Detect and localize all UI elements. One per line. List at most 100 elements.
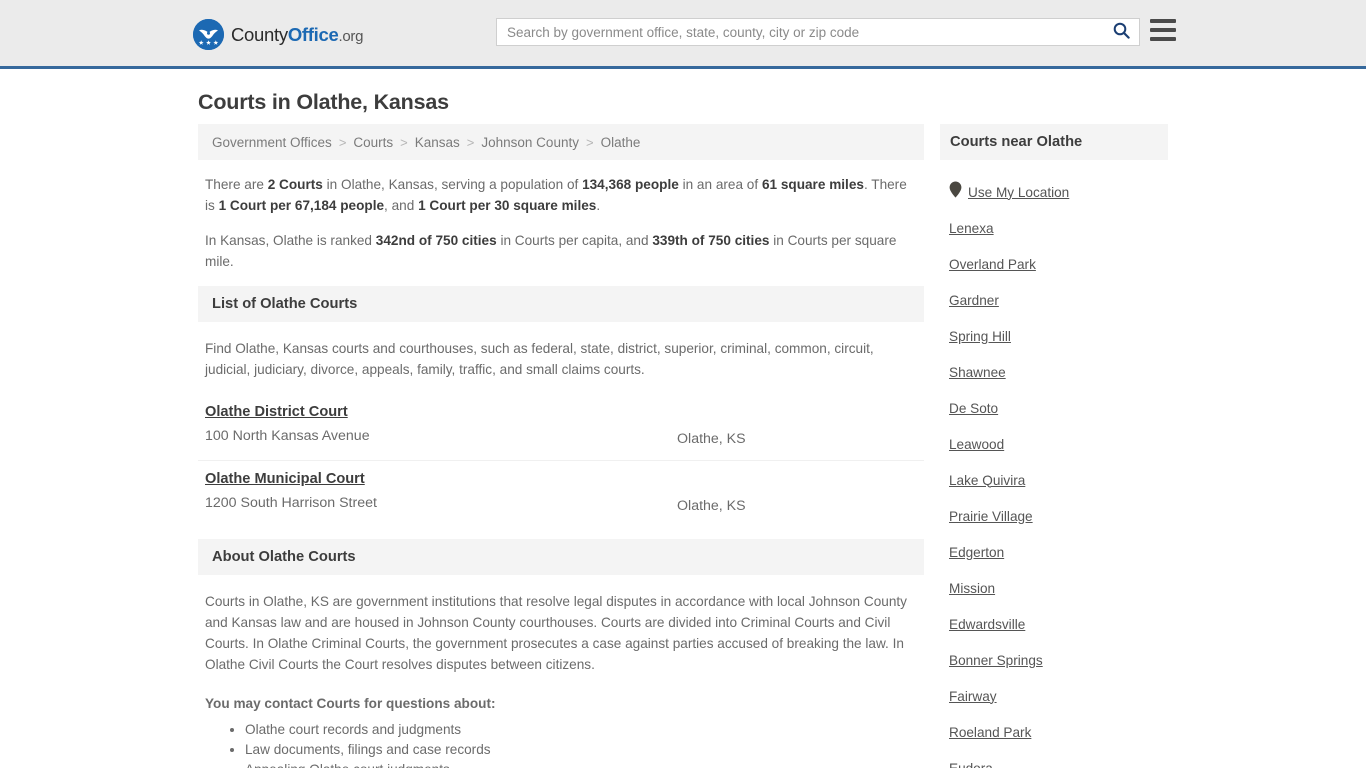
eagle-shield-logo-icon — [193, 19, 224, 50]
sidebar-header: Courts near Olathe — [940, 124, 1168, 160]
court-address: 100 North Kansas Avenue — [205, 428, 370, 444]
contact-lead-text: You may contact Courts for questions abo… — [205, 696, 496, 711]
contact-topic-item: Appealing Olathe court judgments — [245, 760, 917, 768]
nearby-city-item[interactable]: Overland Park — [949, 246, 1168, 282]
site-header: CountyOffice.org — [0, 0, 1366, 69]
stats-p1-seg-1: 2 Courts — [267, 177, 323, 192]
list-section-body: Find Olathe, Kansas courts and courthous… — [198, 322, 924, 380]
nearby-city-item[interactable]: Shawnee — [949, 354, 1168, 390]
list-section-heading: List of Olathe Courts — [212, 296, 358, 312]
nearby-city-link-de-soto[interactable]: De Soto — [949, 401, 998, 416]
nearby-city-link-mission[interactable]: Mission — [949, 581, 995, 596]
use-my-location-item[interactable]: Use My Location — [949, 174, 1168, 210]
use-my-location-link[interactable]: Use My Location — [968, 185, 1069, 200]
stats-p2-seg-2: in Courts per capita, and — [496, 233, 653, 248]
list-section-header: List of Olathe Courts — [198, 286, 924, 322]
stats-p1-seg-7: 1 Court per 67,184 people — [218, 198, 385, 213]
nearby-city-link-edgerton[interactable]: Edgerton — [949, 545, 1004, 560]
nearby-city-item[interactable]: Edgerton — [949, 534, 1168, 570]
nearby-city-item[interactable]: Mission — [949, 570, 1168, 606]
contact-topic-item: Olathe court records and judgments — [245, 720, 917, 740]
about-section-body: Courts in Olathe, KS are government inst… — [198, 575, 924, 768]
hamburger-bar-3 — [1150, 37, 1176, 41]
breadcrumb-item-olathe: Olathe — [600, 134, 641, 150]
nearby-city-link-prairie-village[interactable]: Prairie Village — [949, 509, 1033, 524]
hamburger-bar-2 — [1150, 28, 1176, 32]
page-title: Courts in Olathe, Kansas — [198, 90, 449, 114]
stats-p1-seg-9: 1 Court per 30 square miles — [418, 198, 597, 213]
nearby-city-link-eudora[interactable]: Eudora — [949, 761, 993, 768]
breadcrumb: Government Offices > Courts > Kansas > Johnson… — [198, 124, 924, 160]
breadcrumb-separator: > — [338, 134, 347, 150]
map-pin-icon — [949, 181, 962, 203]
nearby-city-item[interactable]: Lake Quivira — [949, 462, 1168, 498]
contact-topic-item: Law documents, filings and case records — [245, 740, 917, 760]
stats-p2-seg-1: 342nd of 750 cities — [375, 233, 497, 248]
court-address: 1200 South Harrison Street — [205, 495, 377, 511]
nearby-city-item[interactable]: Fairway — [949, 678, 1168, 714]
court-city-state: Olathe, KS — [677, 498, 746, 514]
stats-paragraph-1: There are 2 Courts in Olathe, Kansas, se… — [205, 174, 917, 216]
search-input[interactable] — [497, 19, 1103, 45]
brand-part-county: County — [231, 23, 288, 45]
court-city-state: Olathe, KS — [677, 431, 746, 447]
breadcrumb-item-courts[interactable]: Courts — [353, 135, 393, 150]
nearby-city-item[interactable]: Leawood — [949, 426, 1168, 462]
search-button[interactable] — [1103, 19, 1139, 45]
hamburger-bar-1 — [1150, 19, 1176, 23]
breadcrumb-separator: > — [585, 134, 594, 150]
nearby-city-link-leawood[interactable]: Leawood — [949, 437, 1004, 452]
stats-p1-seg-0: There are — [205, 177, 268, 192]
court-name-link[interactable]: Olathe District Court — [205, 404, 348, 420]
about-section-heading: About Olathe Courts — [212, 549, 356, 565]
court-details: Olathe Municipal Court 1200 South Harriso… — [205, 470, 677, 512]
site-logo-text: CountyOffice.org — [231, 24, 363, 46]
hamburger-menu-button[interactable] — [1150, 19, 1176, 41]
nearby-city-list: Use My Location Lenexa Overland Park Gardne… — [940, 160, 1168, 768]
stats-p1-seg-8: , and — [384, 198, 419, 213]
nearby-city-link-lake-quivira[interactable]: Lake Quivira — [949, 473, 1025, 488]
court-name-link[interactable]: Olathe Municipal Court — [205, 471, 365, 487]
nearby-city-item[interactable]: Roeland Park — [949, 714, 1168, 750]
site-logo-link[interactable]: CountyOffice.org — [193, 19, 363, 50]
nearby-city-link-fairway[interactable]: Fairway — [949, 689, 997, 704]
brand-part-org: .org — [338, 27, 364, 45]
court-row: Olathe District Court 100 North Kansas Av… — [198, 394, 924, 461]
nearby-city-link-bonner-springs[interactable]: Bonner Springs — [949, 653, 1043, 668]
nearby-city-link-lenexa[interactable]: Lenexa — [949, 221, 994, 236]
court-row: Olathe Municipal Court 1200 South Harriso… — [198, 461, 924, 527]
list-section-description: Find Olathe, Kansas courts and courthous… — [205, 341, 874, 377]
about-section-header: About Olathe Courts — [198, 539, 924, 575]
main-content: Government Offices > Courts > Kansas > Johnson… — [198, 124, 924, 768]
nearby-city-link-shawnee[interactable]: Shawnee — [949, 365, 1006, 380]
stats-p1-seg-10: . — [596, 198, 601, 213]
nearby-city-item[interactable]: Bonner Springs — [949, 642, 1168, 678]
about-section-text: Courts in Olathe, KS are government inst… — [205, 594, 907, 672]
nearby-city-link-edwardsville[interactable]: Edwardsville — [949, 617, 1025, 632]
statistics-block: There are 2 Courts in Olathe, Kansas, se… — [198, 160, 924, 272]
breadcrumb-item-government-offices[interactable]: Government Offices — [212, 135, 332, 150]
nearby-city-link-overland-park[interactable]: Overland Park — [949, 257, 1036, 272]
nearby-city-link-gardner[interactable]: Gardner — [949, 293, 999, 308]
nearby-city-item[interactable]: Spring Hill — [949, 318, 1168, 354]
nearby-city-item[interactable]: Gardner — [949, 282, 1168, 318]
stats-paragraph-2: In Kansas, Olathe is ranked 342nd of 750… — [205, 230, 917, 272]
stats-p1-seg-3: 134,368 people — [582, 177, 679, 192]
contact-topics-list: Olathe court records and judgmentsLaw do… — [205, 720, 917, 768]
breadcrumb-item-johnson-county[interactable]: Johnson County — [481, 135, 579, 150]
sidebar-heading: Courts near Olathe — [950, 134, 1083, 150]
nearby-city-item[interactable]: De Soto — [949, 390, 1168, 426]
search-bar — [496, 18, 1140, 46]
nearby-city-link-spring-hill[interactable]: Spring Hill — [949, 329, 1011, 344]
stats-p1-seg-2: in Olathe, Kansas, serving a population … — [322, 177, 583, 192]
breadcrumb-separator: > — [466, 134, 475, 150]
nearby-city-item[interactable]: Lenexa — [949, 210, 1168, 246]
stats-p1-seg-5: 61 square miles — [761, 177, 864, 192]
breadcrumb-item-kansas[interactable]: Kansas — [415, 135, 460, 150]
nearby-city-item[interactable]: Edwardsville — [949, 606, 1168, 642]
nearby-city-link-roeland-park[interactable]: Roeland Park — [949, 725, 1031, 740]
breadcrumb-separator: > — [400, 134, 408, 150]
nearby-city-item[interactable]: Prairie Village — [949, 498, 1168, 534]
court-details: Olathe District Court 100 North Kansas Av… — [205, 403, 677, 445]
nearby-city-item[interactable]: Eudora — [949, 750, 1168, 768]
